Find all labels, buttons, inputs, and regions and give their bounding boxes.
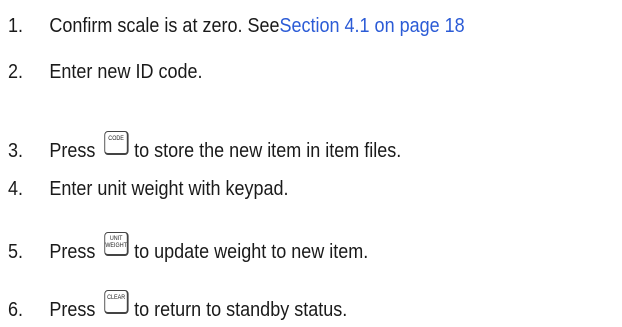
step-6: 6. Press CLEAR to return to standby stat… [8, 290, 347, 322]
step-3: 3. Press CODE to store the new item in i… [8, 131, 401, 163]
step-text: to store the new item in item files. [134, 140, 402, 162]
step-number: 5. [8, 241, 24, 263]
step-4: 4. Enter unit weight with keypad. [8, 177, 289, 201]
key-label: CLEAR [107, 295, 126, 301]
step-1: 1. Confirm scale is at zero. See Section… [8, 14, 465, 38]
key-label: CODE [108, 136, 124, 142]
step-text: Enter unit weight with keypad. [49, 178, 289, 200]
section-link[interactable]: Section 4.1 on page 18 [279, 14, 464, 38]
code-key-icon: CODE [104, 131, 129, 155]
instruction-steps: 1. Confirm scale is at zero. See Section… [0, 0, 622, 327]
step-5: 5. Press UNIT WEIGHT to update weight to… [8, 232, 368, 264]
step-press-text: Press [49, 241, 96, 263]
step-2: 2. Enter new ID code. [8, 60, 202, 84]
step-number: 6. [8, 299, 24, 321]
step-number: 4. [8, 178, 24, 200]
clear-key-icon: CLEAR [104, 290, 129, 314]
step-text: to return to standby status. [134, 299, 348, 321]
key-label-line2: WEIGHT [105, 243, 127, 249]
step-press-text: Press [49, 299, 96, 321]
key-label-line1: UNIT [109, 236, 123, 242]
step-press-text: Press [49, 140, 96, 162]
step-number: 2. [8, 61, 24, 83]
unit-weight-key-icon: UNIT WEIGHT [104, 232, 129, 256]
step-number: 3. [8, 140, 24, 162]
step-text: Enter new ID code. [49, 61, 203, 83]
step-text: to update weight to new item. [134, 241, 369, 263]
step-number: 1. [8, 15, 24, 37]
step-text: Confirm scale is at zero. See [49, 15, 280, 37]
